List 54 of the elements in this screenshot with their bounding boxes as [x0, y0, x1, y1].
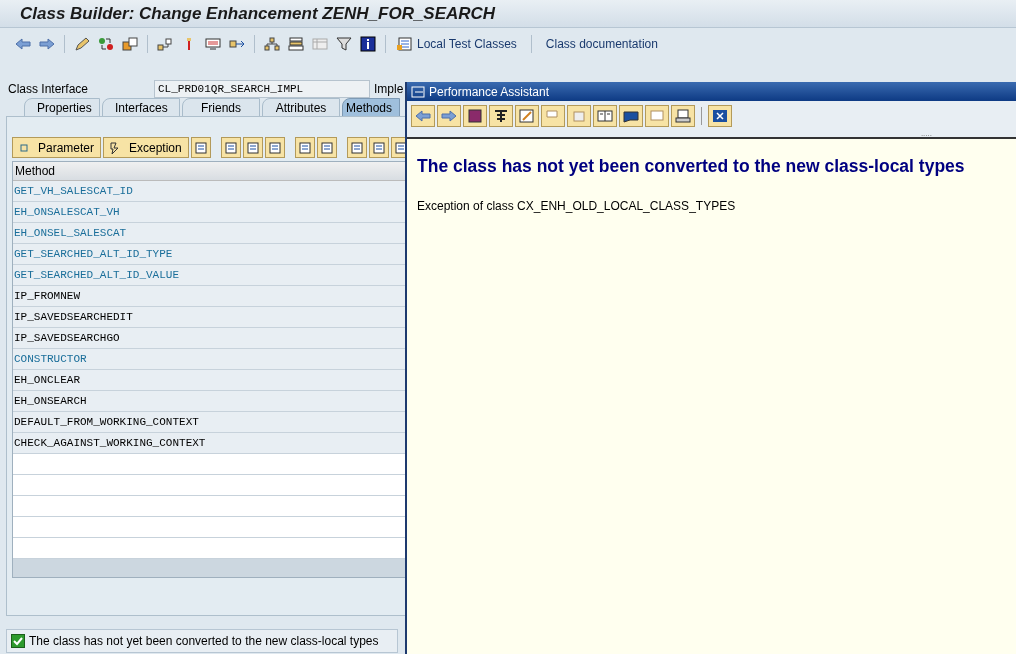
table-cell[interactable]: EH_ONSEL_SALESCAT	[13, 223, 406, 244]
table-cell[interactable]: EH_ONSEARCH	[13, 391, 406, 412]
tab[interactable]: Interfaces	[102, 98, 180, 118]
close-button[interactable]	[708, 105, 732, 127]
monitor-icon[interactable]	[204, 36, 222, 52]
table-cell[interactable]: EH_ONCLEAR	[13, 370, 406, 391]
table-cell[interactable]: CONSTRUCTOR	[13, 349, 406, 370]
help-text: Exception of class CX_ENH_OLD_LOCAL_CLASS_TYPES	[417, 198, 737, 216]
printer-icon[interactable]	[671, 105, 695, 127]
window-title: Class Builder: Change Enhancement ZENH_FOR_SEARCH	[20, 2, 496, 25]
boxes-icon[interactable]	[121, 36, 139, 52]
status-text: Imple	[374, 81, 404, 98]
tab[interactable]: Properties	[24, 98, 100, 118]
hierarchy-icon[interactable]	[156, 36, 174, 52]
table-cell[interactable]: CHECK_AGAINST_WORKING_CONTEXT	[13, 433, 406, 454]
list-icon[interactable]	[191, 137, 211, 158]
help-heading: The class has not yet been converted to the new class-local types	[417, 155, 966, 178]
column-header[interactable]: Method	[13, 162, 406, 181]
popup-title: Performance Assistant	[429, 83, 550, 101]
lightning-icon	[109, 141, 121, 154]
table-cell[interactable]: IP_SAVEDSEARCHEDIT	[13, 307, 406, 328]
filter-icon[interactable]	[335, 36, 353, 52]
forward-icon[interactable]	[38, 36, 56, 52]
tree-icon[interactable]	[263, 36, 281, 52]
table-cell[interactable]: DEFAULT_FROM_WORKING_CONTEXT	[13, 412, 406, 433]
stack-icon[interactable]	[287, 36, 305, 52]
method-button[interactable]: Parameter	[12, 137, 101, 158]
tab[interactable]: Attributes	[262, 98, 340, 118]
tools-icon[interactable]	[489, 105, 513, 127]
table-cell[interactable]: EH_ONSALESCAT_VH	[13, 202, 406, 223]
info-icon[interactable]	[359, 36, 377, 52]
method-button[interactable]: Exception	[103, 137, 189, 158]
tab[interactable]: Friends	[182, 98, 260, 118]
cycle-icon[interactable]	[97, 36, 115, 52]
square-icon	[18, 141, 30, 154]
window-icon	[411, 85, 425, 98]
table-cell[interactable]: GET_VH_SALESCAT_ID	[13, 181, 406, 202]
field-label: Class Interface	[8, 81, 90, 98]
table-cell[interactable]: GET_SEARCHED_ALT_ID_VALUE	[13, 265, 406, 286]
close-icon	[712, 109, 728, 123]
back-icon[interactable]	[14, 36, 32, 52]
toolbar-button[interactable]: Local Test Classes	[394, 35, 519, 53]
table-cell[interactable]: IP_FROMNEW	[13, 286, 406, 307]
class-interface-field[interactable]: CL_PRD01QR_SEARCH_IMPL	[154, 80, 370, 98]
status-message: The class has not yet been converted to the new class-local types	[29, 633, 379, 650]
table-cell[interactable]: GET_SEARCHED_ALT_ID_TYPE	[13, 244, 406, 265]
tab[interactable]: Methods	[342, 98, 400, 118]
table-cell[interactable]: IP_SAVEDSEARCHGO	[13, 328, 406, 349]
resize-grip[interactable]: .....	[920, 131, 932, 137]
document-icon	[396, 36, 414, 52]
success-icon	[11, 634, 25, 648]
pencil-icon[interactable]	[73, 36, 91, 52]
back-icon[interactable]	[411, 105, 435, 127]
toolbar-button[interactable]: Class documentation	[543, 35, 660, 53]
